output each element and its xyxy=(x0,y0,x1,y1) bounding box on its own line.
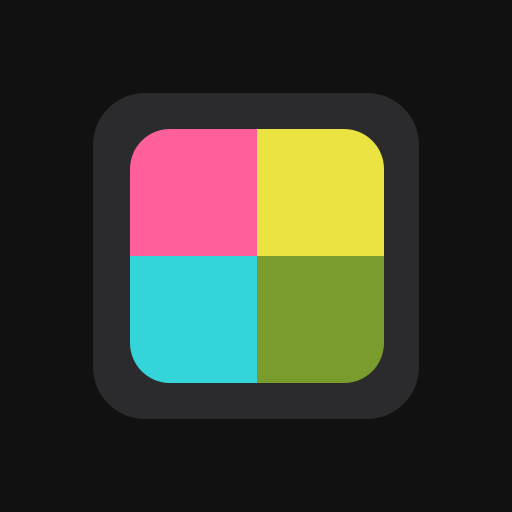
yellow-tile xyxy=(257,129,384,256)
pink-tile xyxy=(130,129,257,256)
olive-tile xyxy=(257,256,384,383)
four-color-grid-icon xyxy=(130,129,384,383)
cyan-tile xyxy=(130,256,257,383)
